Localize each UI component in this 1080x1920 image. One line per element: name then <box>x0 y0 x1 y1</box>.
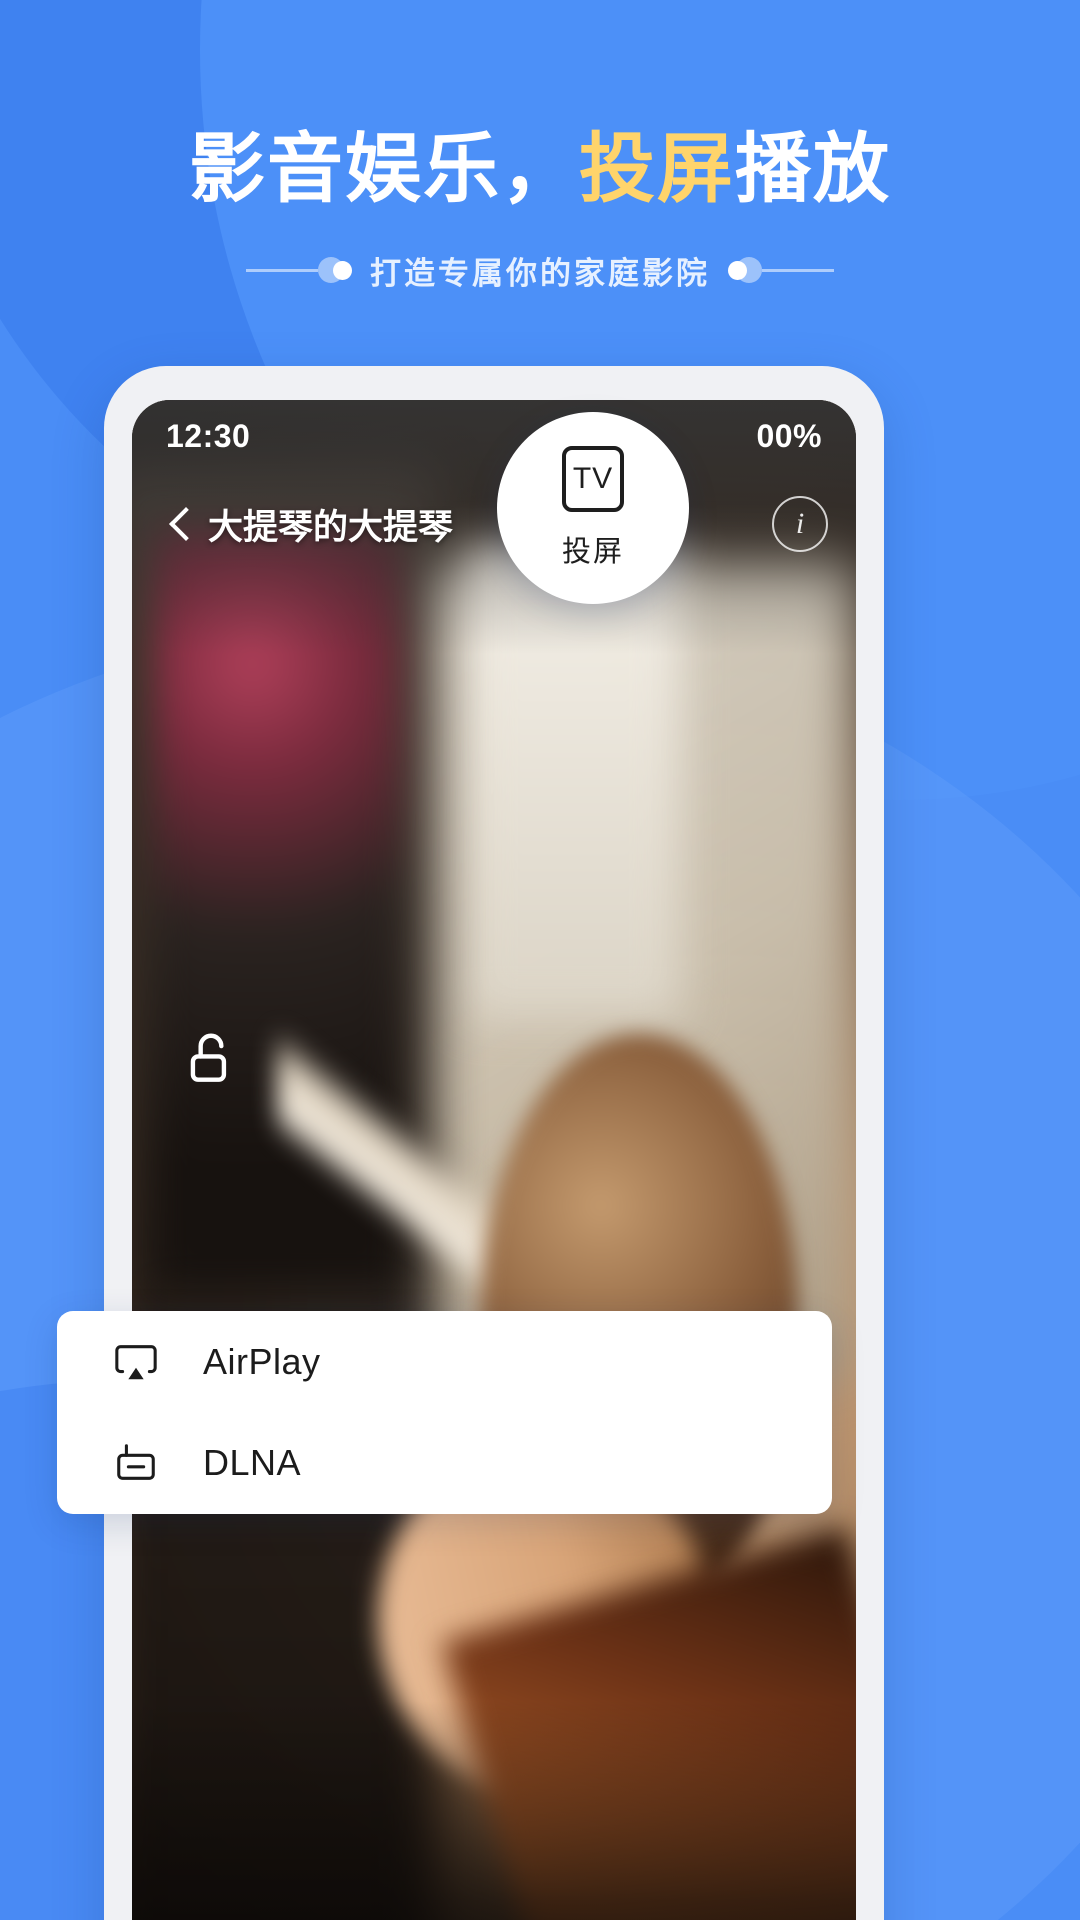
hero-header: 影音娱乐，投屏播放 打造专属你的家庭影院 <box>0 128 1080 293</box>
lock-open-icon[interactable] <box>180 1028 242 1090</box>
phone-screen: 12:30 00% 大提琴的大提琴 i 00:00:00 00:00:00 <box>132 400 856 1920</box>
status-bar: 12:30 00% <box>132 400 856 472</box>
airplay-icon <box>105 1339 167 1385</box>
info-icon[interactable]: i <box>772 496 828 552</box>
page-subtitle: 打造专属你的家庭影院 <box>370 255 710 291</box>
video-title: 大提琴的大提琴 <box>208 507 454 547</box>
video-title-bar: 大提琴的大提琴 i <box>132 480 856 568</box>
status-bar-clock: 12:30 <box>166 417 251 454</box>
page-title-highlight: 投屏 <box>579 127 735 212</box>
page-title: 影音娱乐，投屏播放 <box>0 128 1080 212</box>
deco-dot-large-right <box>736 257 762 284</box>
page-title-part1: 影音娱乐， <box>189 127 579 212</box>
page-title-part2: 播放 <box>735 127 891 212</box>
dlna-icon <box>105 1440 167 1486</box>
list-item[interactable]: AirPlay <box>57 1312 832 1413</box>
cast-callout-bubble[interactable]: TV 投屏 <box>497 412 689 604</box>
deco-bar-right <box>762 268 834 272</box>
list-item-label: AirPlay <box>203 1341 321 1382</box>
hero-subtitle-row: 打造专属你的家庭影院 <box>0 248 1080 293</box>
video-bottom-scrim <box>132 1700 856 1920</box>
deco-bar-left <box>246 268 318 272</box>
phone-mockup: 12:30 00% 大提琴的大提琴 i 00:00:00 00:00:00 <box>104 366 884 1920</box>
video-player-surface[interactable] <box>132 400 856 1920</box>
cast-callout-label: 投屏 <box>561 536 624 568</box>
tv-icon: TV <box>562 446 624 512</box>
decorative-line-right <box>728 257 834 284</box>
cast-options-sheet: AirPlay DLNA <box>57 1311 832 1514</box>
chevron-left-icon[interactable] <box>160 504 200 544</box>
deco-dot-small-left <box>333 260 352 280</box>
status-bar-battery: 00% <box>756 417 822 454</box>
list-item[interactable]: DLNA <box>57 1413 832 1514</box>
list-item-label: DLNA <box>203 1442 302 1483</box>
decorative-line-left <box>246 257 352 284</box>
